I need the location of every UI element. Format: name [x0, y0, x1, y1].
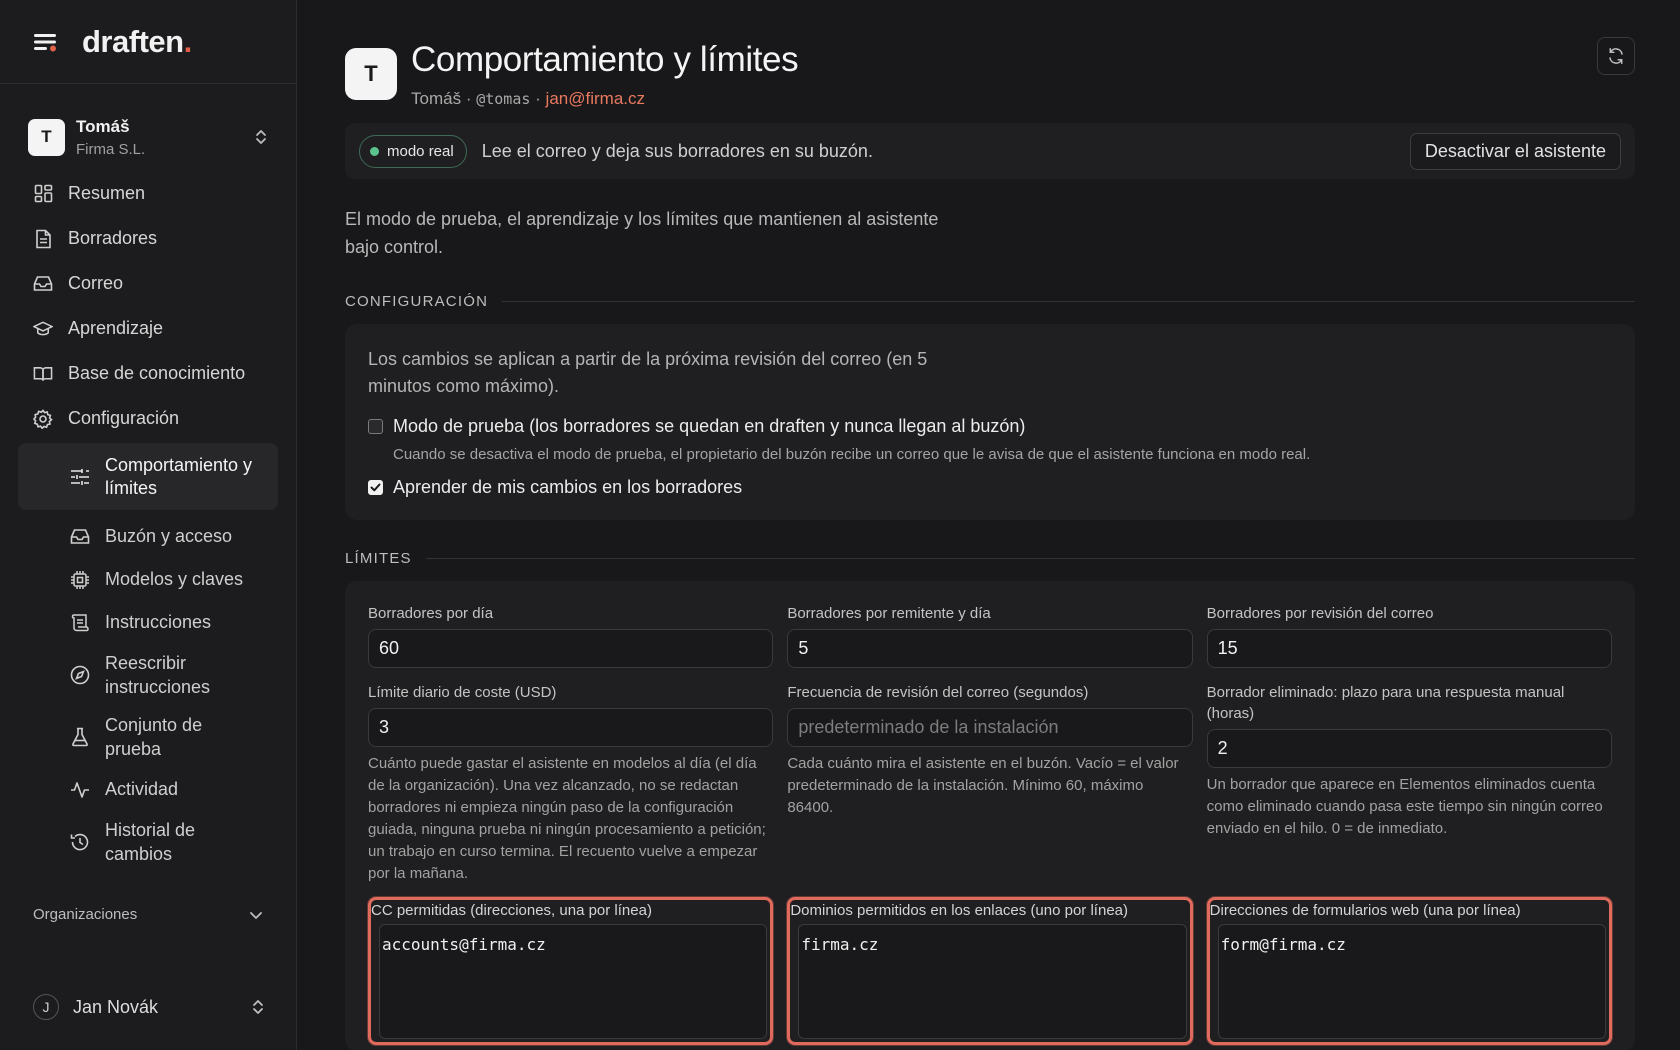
per-sender-field: Borradores por remitente y día 5	[787, 603, 1193, 668]
config-note: Los cambios se aplican a partir de la pr…	[368, 349, 928, 396]
status-badge: modo real	[359, 134, 467, 168]
book-icon	[33, 364, 53, 384]
page-title: Comportamiento y límites	[411, 40, 799, 79]
compass-icon	[70, 665, 90, 685]
assistant-status-bar: modo real Lee el correo y deja sus borra…	[345, 123, 1635, 179]
page-intro: El modo de prueba, el aprendizaje y los …	[345, 209, 939, 257]
nav-item-borradores[interactable]: Borradores	[0, 216, 296, 261]
cost-limit-input[interactable]: 3	[368, 708, 774, 747]
main-nav: Resumen Borradores Correo Aprendizaje Ba…	[0, 171, 296, 873]
section-configuracion: CONFIGURACIÓN	[345, 293, 1635, 310]
nav-item-correo[interactable]: Correo	[0, 261, 296, 306]
per-day-field: Borradores por día 60	[368, 603, 774, 668]
history-icon	[70, 832, 90, 852]
activity-icon	[70, 780, 90, 800]
account-avatar: T	[28, 118, 65, 156]
limits-card: Borradores por día 60 Borradores por rem…	[345, 581, 1635, 1050]
mailbox-handle: @tomas	[476, 90, 531, 108]
chevron-down-icon	[250, 911, 262, 919]
status-description: Lee el correo y deja sus borradores en s…	[481, 140, 873, 161]
cost-limit-help: Cuánto puede gastar el asistente en mode…	[368, 755, 766, 882]
scroll-icon	[70, 613, 90, 633]
chevron-up-down-icon	[253, 1000, 263, 1014]
config-card: Los cambios se aplican a partir de la pr…	[345, 324, 1635, 520]
mailbox-meta: Tomáš · @tomas · jan@firma.cz	[411, 89, 645, 108]
check-icon	[370, 483, 381, 492]
learn-checkbox-row[interactable]: Aprender de mis cambios en los borradore…	[368, 477, 1612, 498]
mailbox-email[interactable]: jan@firma.cz	[546, 89, 645, 108]
mailbox-avatar: T	[345, 48, 397, 100]
deleted-draft-field: Borrador eliminado: plazo para una respu…	[1206, 682, 1612, 885]
user-avatar: J	[33, 994, 59, 1020]
nav-item-base-de-conocimiento[interactable]: Base de conocimiento	[0, 351, 296, 396]
user-menu[interactable]: J Jan Novák	[33, 994, 265, 1020]
dashboard-icon	[33, 184, 53, 204]
per-day-input[interactable]: 60	[368, 629, 774, 668]
deleted-draft-help: Un borrador que aparece en Elementos eli…	[1206, 776, 1603, 837]
subnav-item-instrucciones[interactable]: Instrucciones	[0, 601, 296, 644]
organizations-toggle[interactable]: Organizaciones	[33, 906, 263, 923]
web-forms-field: Direcciones de formularios web (una por …	[1206, 897, 1612, 1045]
allowed-domains-field: Dominios permitidos en los enlaces (uno …	[787, 897, 1193, 1045]
subnav-item-historial[interactable]: Historial de cambios	[0, 811, 296, 873]
per-check-input[interactable]: 15	[1206, 629, 1612, 668]
flask-icon	[70, 727, 90, 747]
account-org: Firma S.L.	[76, 140, 146, 158]
account-name: Tomáš	[76, 116, 130, 136]
web-forms-textarea[interactable]: form@firma.cz	[1217, 924, 1606, 1039]
user-name: Jan Novák	[73, 996, 159, 1017]
page-header: T Comportamiento y límites Tomáš · @toma…	[345, 40, 1635, 109]
main-content: T Comportamiento y límites Tomáš · @toma…	[345, 0, 1635, 1050]
cost-limit-field: Límite diario de coste (USD) 3 Cuánto pu…	[368, 682, 774, 885]
graduation-cap-icon	[33, 319, 53, 339]
deactivate-assistant-button[interactable]: Desactivar el asistente	[1409, 132, 1621, 170]
nav-item-configuracion[interactable]: Configuración	[0, 396, 296, 441]
per-sender-input[interactable]: 5	[787, 629, 1193, 668]
inbox-icon	[70, 527, 90, 547]
divider	[502, 301, 1635, 302]
chevron-up-down-icon	[256, 130, 266, 144]
subnav-item-reescribir[interactable]: Reescribir instrucciones	[0, 644, 296, 706]
per-check-field: Borradores por revisión del correo 15	[1206, 603, 1612, 668]
status-dot	[370, 146, 379, 156]
nav-item-aprendizaje[interactable]: Aprendizaje	[0, 306, 296, 351]
sidebar: draften. T Tomáš Firma S.L. Resumen Borr…	[0, 0, 297, 1050]
subnav-item-buzon[interactable]: Buzón y acceso	[0, 515, 296, 558]
check-frequency-field: Frecuencia de revisión del correo (segun…	[787, 682, 1193, 885]
brand-bar: draften.	[0, 0, 296, 84]
learn-checkbox[interactable]	[368, 480, 383, 495]
account-switcher[interactable]: T Tomáš Firma S.L.	[0, 116, 296, 158]
subnav-item-modelos[interactable]: Modelos y claves	[0, 558, 296, 601]
refresh-icon	[1609, 48, 1623, 64]
test-mode-checkbox[interactable]	[368, 419, 383, 434]
document-icon	[33, 229, 53, 249]
subnav-item-conjunto[interactable]: Conjunto de prueba	[0, 706, 296, 768]
deleted-draft-input[interactable]: 2	[1206, 729, 1612, 768]
inbox-icon	[33, 274, 53, 294]
check-frequency-help: Cada cuánto mira el asistente en el buzó…	[787, 755, 1179, 816]
test-mode-checkbox-row[interactable]: Modo de prueba (los borradores se quedan…	[368, 416, 1612, 437]
check-frequency-input[interactable]: predeterminado de la instalación	[787, 708, 1193, 747]
chip-icon	[70, 570, 90, 590]
allowed-cc-textarea[interactable]: accounts@firma.cz	[379, 924, 768, 1039]
menu-icon	[34, 33, 56, 51]
allowed-cc-field: CC permitidas (direcciones, una por líne…	[368, 897, 774, 1045]
subnav-item-comportamiento[interactable]: Comportamiento y límites	[18, 443, 278, 510]
nav-item-resumen[interactable]: Resumen	[0, 171, 296, 216]
section-limites: LÍMITES	[345, 550, 1635, 567]
refresh-button[interactable]	[1597, 37, 1635, 75]
allowed-domains-textarea[interactable]: firma.cz	[798, 924, 1187, 1039]
logo[interactable]: draften.	[82, 24, 192, 60]
divider	[425, 558, 1635, 559]
test-mode-help: Cuando se desactiva el modo de prueba, e…	[393, 446, 1311, 463]
sliders-icon	[70, 467, 90, 487]
gear-icon	[33, 408, 53, 429]
subnav-item-actividad[interactable]: Actividad	[0, 768, 296, 811]
menu-button[interactable]	[32, 28, 60, 56]
